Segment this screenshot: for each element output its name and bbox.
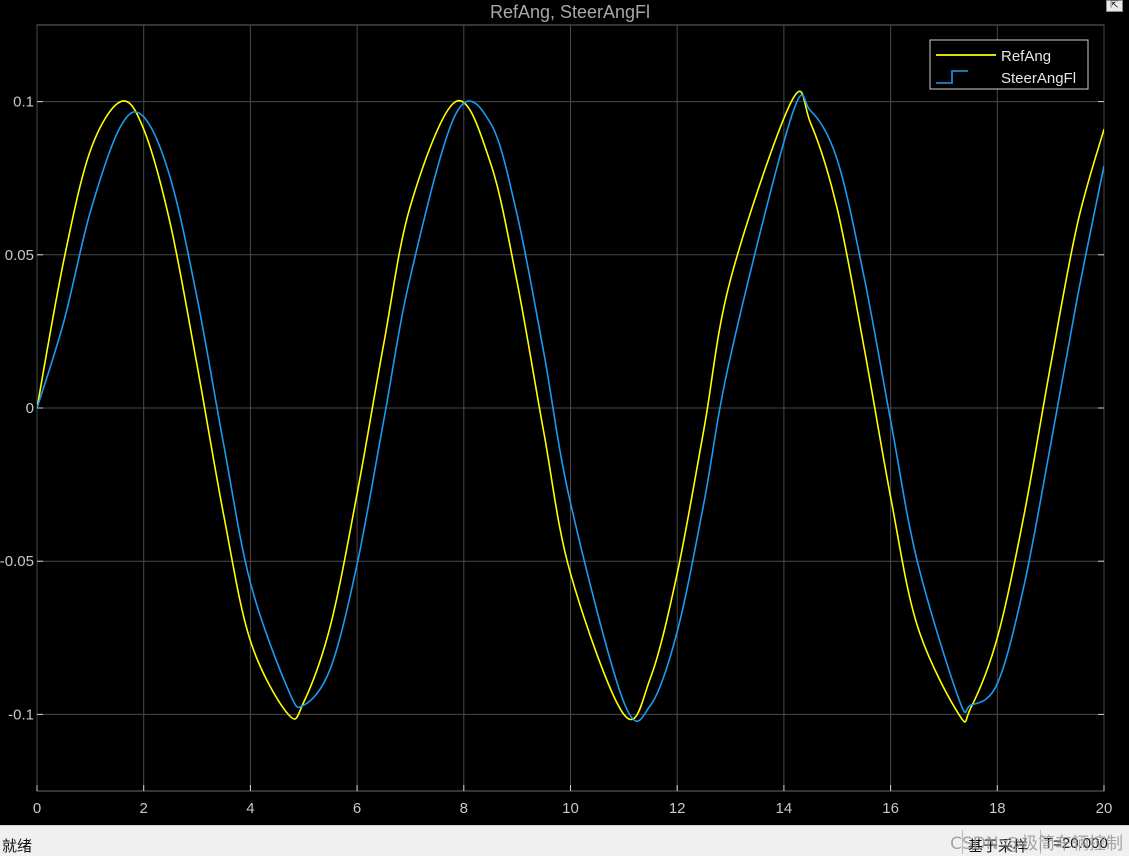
y-tick-label: 0.05 <box>5 247 34 264</box>
legend[interactable]: RefAng SteerAngFl <box>929 39 1089 90</box>
chart-title: RefAng, SteerAngFl <box>490 2 650 22</box>
status-ready-text: 就绪 <box>2 837 33 855</box>
x-tick-label: 12 <box>669 800 686 817</box>
x-tick-label: 8 <box>460 800 468 817</box>
legend-label-refang: RefAng <box>1001 48 1051 65</box>
y-tick-label: -0.05 <box>0 553 34 570</box>
y-tick-label: 0 <box>26 400 34 417</box>
scope-window: RefAng, SteerAngFl 0 2 4 6 8 10 12 14 16 18 20 -0.1… <box>0 0 1129 825</box>
x-tick-label: 16 <box>882 800 899 817</box>
x-tick-label: 20 <box>1096 800 1113 817</box>
x-tick-label: 10 <box>562 800 579 817</box>
x-tick-label: 6 <box>353 800 361 817</box>
chart: RefAng, SteerAngFl 0 2 4 6 8 10 12 14 16 18 20 -0.1… <box>0 2 1113 817</box>
x-tick-label: 14 <box>776 800 793 817</box>
legend-label-steerangfl: SteerAngFl <box>1001 70 1076 87</box>
y-tick-label: -0.1 <box>8 706 34 723</box>
undock-icon: ⇱ <box>1110 0 1119 11</box>
status-bar: 就绪 基于采样 T=20.000 CSDN @极简车辆控制 <box>0 825 1129 856</box>
x-tick-label: 0 <box>33 800 41 817</box>
x-tick-label: 18 <box>989 800 1006 817</box>
watermark: CSDN @极简车辆控制 <box>950 834 1123 854</box>
x-tick-label: 2 <box>140 800 148 817</box>
x-tick-label: 4 <box>246 800 254 817</box>
undock-button[interactable]: ⇱ <box>1106 0 1123 12</box>
y-tick-label: 0.1 <box>13 94 34 111</box>
